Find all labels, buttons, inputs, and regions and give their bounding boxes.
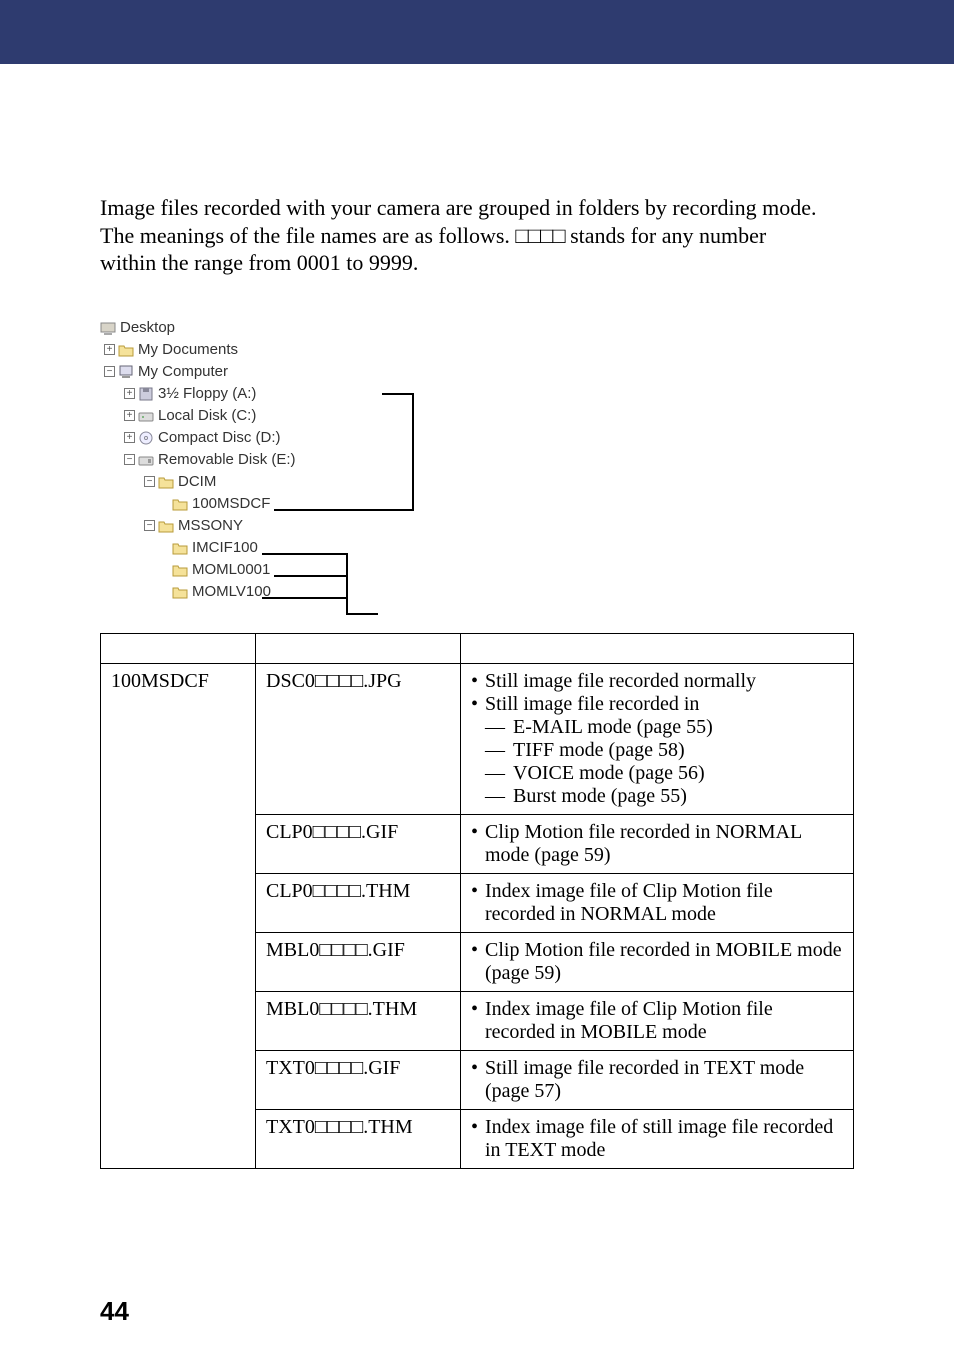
- meaning-line: Still image file recorded in: [471, 693, 843, 716]
- tree-row-mssony: − MSSONY: [100, 515, 500, 537]
- tree-label: Desktop: [120, 316, 175, 339]
- top-banner: [0, 0, 954, 64]
- cd-icon: [138, 430, 154, 446]
- table-row: 100MSDCFDSC0□□□□.JPGStill image file rec…: [101, 663, 854, 814]
- tree-row-dcim: − DCIM: [100, 471, 500, 493]
- tree-row-desktop: Desktop: [100, 317, 500, 339]
- meaning-line: Clip Motion file recorded in NORMAL mode…: [471, 821, 843, 867]
- tree-label: My Computer: [138, 360, 228, 383]
- tree-label: 3½ Floppy (A:): [158, 382, 256, 405]
- meaning-line: VOICE mode (page 56): [471, 762, 843, 785]
- disk-icon: [138, 408, 154, 424]
- folder-icon: [172, 540, 188, 556]
- th-file: [256, 633, 461, 663]
- placeholder-squares: □□□□: [515, 223, 564, 248]
- tree-label: DCIM: [178, 470, 216, 493]
- tree-row-removable: − Removable Disk (E:): [100, 449, 500, 471]
- intro-line2b: stands for any number: [565, 223, 767, 248]
- meaning-line: Index image file of Clip Motion file rec…: [471, 880, 843, 926]
- desktop-icon: [100, 320, 116, 336]
- cell-meaning: Still image file recorded normallyStill …: [461, 663, 854, 814]
- cell-file: MBL0□□□□.GIF: [256, 932, 461, 991]
- tree-label: Compact Disc (D:): [158, 426, 281, 449]
- cell-meaning: Clip Motion file recorded in NORMAL mode…: [461, 814, 854, 873]
- collapse-icon: −: [104, 366, 115, 377]
- floppy-icon: [138, 386, 154, 402]
- folder-icon: [118, 342, 134, 358]
- cell-file: TXT0□□□□.THM: [256, 1109, 461, 1168]
- tree-label: 100MSDCF: [192, 492, 270, 515]
- cell-meaning: Clip Motion file recorded in MOBILE mode…: [461, 932, 854, 991]
- folder-icon: [172, 584, 188, 600]
- th-folder: [101, 633, 256, 663]
- tree-row-imcif: IMCIF100: [100, 537, 500, 559]
- intro-line2a: The meanings of the file names are as fo…: [100, 223, 515, 248]
- expand-icon: +: [124, 410, 135, 421]
- file-table: 100MSDCFDSC0□□□□.JPGStill image file rec…: [100, 633, 854, 1169]
- tree-row-msdcf: 100MSDCF: [100, 493, 500, 515]
- meaning-line: TIFF mode (page 58): [471, 739, 843, 762]
- cell-file: TXT0□□□□.GIF: [256, 1050, 461, 1109]
- folder-icon: [158, 518, 174, 534]
- meaning-line: Burst mode (page 55): [471, 785, 843, 808]
- collapse-icon: −: [124, 454, 135, 465]
- expand-icon: +: [104, 344, 115, 355]
- intro-line1: Image files recorded with your camera ar…: [100, 195, 817, 220]
- page-content: Image files recorded with your camera ar…: [0, 64, 954, 1169]
- folder-tree: Desktop + My Documents − My Computer +: [100, 317, 500, 603]
- meaning-line: Index image file of Clip Motion file rec…: [471, 998, 843, 1044]
- tree-label: MOML0001: [192, 558, 270, 581]
- intro-line3: within the range from 0001 to 9999.: [100, 250, 418, 275]
- intro-paragraph: Image files recorded with your camera ar…: [100, 194, 854, 277]
- tree-label: My Documents: [138, 338, 238, 361]
- meaning-line: Still image file recorded normally: [471, 670, 843, 693]
- cell-meaning: Index image file of Clip Motion file rec…: [461, 991, 854, 1050]
- meaning-line: E-MAIL mode (page 55): [471, 716, 843, 739]
- expand-icon: +: [124, 388, 135, 399]
- computer-icon: [118, 364, 134, 380]
- tree-row-moml0: MOML0001: [100, 559, 500, 581]
- meaning-line: Still image file recorded in TEXT mode (…: [471, 1057, 843, 1103]
- folder-icon: [172, 562, 188, 578]
- tree-label: Removable Disk (E:): [158, 448, 296, 471]
- collapse-icon: −: [144, 520, 155, 531]
- tree-row-mydocs: + My Documents: [100, 339, 500, 361]
- tree-label: IMCIF100: [192, 536, 258, 559]
- tree-row-local: + Local Disk (C:): [100, 405, 500, 427]
- folder-icon: [158, 474, 174, 490]
- tree-row-momlv: MOMLV100: [100, 581, 500, 603]
- collapse-icon: −: [144, 476, 155, 487]
- meaning-line: Index image file of still image file rec…: [471, 1116, 843, 1162]
- page-number: 44: [100, 1296, 129, 1327]
- folder-icon: [172, 496, 188, 512]
- tree-label: Local Disk (C:): [158, 404, 256, 427]
- tree-label: MSSONY: [178, 514, 243, 537]
- removable-disk-icon: [138, 452, 154, 468]
- cell-folder: 100MSDCF: [101, 663, 256, 1168]
- tree-label: MOMLV100: [192, 580, 271, 603]
- cell-meaning: Index image file of Clip Motion file rec…: [461, 873, 854, 932]
- cell-file: CLP0□□□□.GIF: [256, 814, 461, 873]
- tree-row-cd: + Compact Disc (D:): [100, 427, 500, 449]
- cell-file: DSC0□□□□.JPG: [256, 663, 461, 814]
- tree-row-mycomp: − My Computer: [100, 361, 500, 383]
- expand-icon: +: [124, 432, 135, 443]
- cell-file: MBL0□□□□.THM: [256, 991, 461, 1050]
- cell-meaning: Index image file of still image file rec…: [461, 1109, 854, 1168]
- cell-meaning: Still image file recorded in TEXT mode (…: [461, 1050, 854, 1109]
- meaning-line: Clip Motion file recorded in MOBILE mode…: [471, 939, 843, 985]
- th-meaning: [461, 633, 854, 663]
- tree-row-floppy: + 3½ Floppy (A:): [100, 383, 500, 405]
- cell-file: CLP0□□□□.THM: [256, 873, 461, 932]
